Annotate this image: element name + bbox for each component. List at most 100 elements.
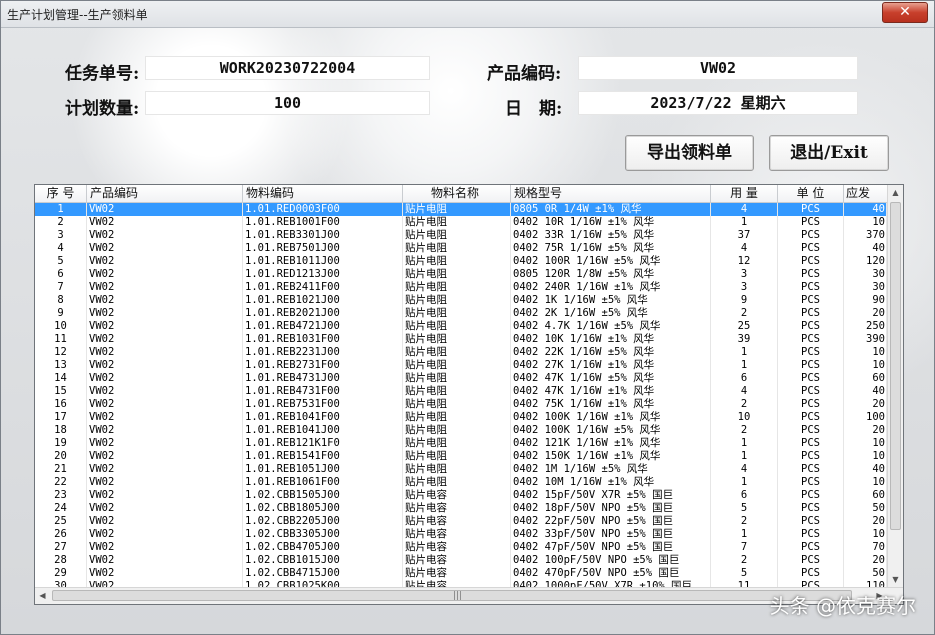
row-seq-cell[interactable]: 7: [35, 281, 87, 294]
row-required-cell[interactable]: 10: [844, 346, 887, 359]
row-seq-cell[interactable]: 21: [35, 463, 87, 476]
row-usage-cell[interactable]: 1: [711, 346, 778, 359]
row-product-code-cell[interactable]: VW02: [87, 580, 243, 587]
row-unit-cell[interactable]: PCS: [778, 242, 844, 255]
row-material-name-cell[interactable]: 贴片电容: [403, 489, 511, 502]
row-unit-cell[interactable]: PCS: [778, 515, 844, 528]
row-material-code-cell[interactable]: 1.01.REB2021J00: [243, 307, 403, 320]
row-required-cell[interactable]: 10: [844, 450, 887, 463]
row-material-name-cell[interactable]: 贴片电容: [403, 580, 511, 587]
row-material-code-cell[interactable]: 1.01.REB1011J00: [243, 255, 403, 268]
row-seq-cell[interactable]: 26: [35, 528, 87, 541]
row-required-cell[interactable]: 30: [844, 281, 887, 294]
row-required-cell[interactable]: 90: [844, 294, 887, 307]
row-seq-cell[interactable]: 12: [35, 346, 87, 359]
row-seq-cell[interactable]: 16: [35, 398, 87, 411]
row-usage-cell[interactable]: 1: [711, 359, 778, 372]
row-required-cell[interactable]: 20: [844, 554, 887, 567]
row-required-cell[interactable]: 10: [844, 216, 887, 229]
row-material-name-cell[interactable]: 贴片电容: [403, 567, 511, 580]
table-row[interactable]: 15 VW02 1.01.REB4731F00 贴片电阻 0402 47K 1/16W …: [35, 385, 887, 398]
row-spec-cell[interactable]: 0805 120R 1/8W ±5% 风华: [511, 268, 711, 281]
row-spec-cell[interactable]: 0402 10M 1/16W ±1% 风华: [511, 476, 711, 489]
row-material-name-cell[interactable]: 贴片电容: [403, 528, 511, 541]
row-product-code-cell[interactable]: VW02: [87, 385, 243, 398]
col-header-product-code[interactable]: 产品编码: [87, 185, 243, 202]
table-row[interactable]: 22 VW02 1.01.REB1061F00 贴片电阻 0402 10M 1/16W …: [35, 476, 887, 489]
row-required-cell[interactable]: 70: [844, 541, 887, 554]
table-row[interactable]: 16 VW02 1.01.REB7531F00 贴片电阻 0402 75K 1/16W …: [35, 398, 887, 411]
table-row[interactable]: 28 VW02 1.02.CBB1015J00 贴片电容 0402 100pF/50V …: [35, 554, 887, 567]
close-button[interactable]: ✕: [882, 2, 928, 23]
row-seq-cell[interactable]: 4: [35, 242, 87, 255]
row-seq-cell[interactable]: 30: [35, 580, 87, 587]
table-row[interactable]: 13 VW02 1.01.REB2731F00 贴片电阻 0402 27K 1/16W …: [35, 359, 887, 372]
row-material-code-cell[interactable]: 1.01.REB1031F00: [243, 333, 403, 346]
row-unit-cell[interactable]: PCS: [778, 424, 844, 437]
row-material-name-cell[interactable]: 贴片电阻: [403, 450, 511, 463]
row-usage-cell[interactable]: 6: [711, 489, 778, 502]
row-seq-cell[interactable]: 20: [35, 450, 87, 463]
row-unit-cell[interactable]: PCS: [778, 541, 844, 554]
row-spec-cell[interactable]: 0402 33R 1/16W ±5% 风华: [511, 229, 711, 242]
row-usage-cell[interactable]: 1: [711, 528, 778, 541]
row-spec-cell[interactable]: 0402 75R 1/16W ±5% 风华: [511, 242, 711, 255]
table-row[interactable]: 8 VW02 1.01.REB1021J00 贴片电阻 0402 1K 1/16W ±5…: [35, 294, 887, 307]
row-material-code-cell[interactable]: 1.01.REB2411F00: [243, 281, 403, 294]
row-spec-cell[interactable]: 0402 47K 1/16W ±1% 风华: [511, 385, 711, 398]
row-required-cell[interactable]: 20: [844, 424, 887, 437]
col-header-seq[interactable]: 序 号: [35, 185, 87, 202]
horizontal-scroll-thumb[interactable]: |||: [52, 590, 852, 601]
row-usage-cell[interactable]: 2: [711, 307, 778, 320]
row-material-name-cell[interactable]: 贴片电阻: [403, 424, 511, 437]
row-material-name-cell[interactable]: 贴片电阻: [403, 359, 511, 372]
row-unit-cell[interactable]: PCS: [778, 489, 844, 502]
row-required-cell[interactable]: 40: [844, 385, 887, 398]
row-unit-cell[interactable]: PCS: [778, 307, 844, 320]
vertical-scroll-thumb[interactable]: [890, 202, 901, 530]
row-seq-cell[interactable]: 22: [35, 476, 87, 489]
row-usage-cell[interactable]: 4: [711, 463, 778, 476]
row-spec-cell[interactable]: 0402 27K 1/16W ±1% 风华: [511, 359, 711, 372]
row-material-name-cell[interactable]: 贴片电容: [403, 554, 511, 567]
row-material-code-cell[interactable]: 1.02.CBB4715J00: [243, 567, 403, 580]
row-seq-cell[interactable]: 23: [35, 489, 87, 502]
row-usage-cell[interactable]: 2: [711, 515, 778, 528]
task-no-field[interactable]: WORK20230722004: [145, 56, 430, 80]
row-material-code-cell[interactable]: 1.01.REB4731F00: [243, 385, 403, 398]
row-spec-cell[interactable]: 0402 15pF/50V X7R ±5% 国巨: [511, 489, 711, 502]
row-material-code-cell[interactable]: 1.01.REB7531F00: [243, 398, 403, 411]
row-spec-cell[interactable]: 0402 240R 1/16W ±1% 风华: [511, 281, 711, 294]
row-spec-cell[interactable]: 0402 121K 1/16W ±1% 风华: [511, 437, 711, 450]
row-unit-cell[interactable]: PCS: [778, 476, 844, 489]
scroll-up-icon[interactable]: ▲: [888, 185, 903, 200]
row-spec-cell[interactable]: 0402 47pF/50V NPO ±5% 国巨: [511, 541, 711, 554]
row-required-cell[interactable]: 40: [844, 463, 887, 476]
row-material-name-cell[interactable]: 贴片电阻: [403, 333, 511, 346]
row-material-name-cell[interactable]: 贴片电阻: [403, 437, 511, 450]
row-required-cell[interactable]: 10: [844, 476, 887, 489]
row-unit-cell[interactable]: PCS: [778, 437, 844, 450]
table-row[interactable]: 17 VW02 1.01.REB1041F00 贴片电阻 0402 100K 1/16W…: [35, 411, 887, 424]
row-unit-cell[interactable]: PCS: [778, 281, 844, 294]
row-usage-cell[interactable]: 7: [711, 541, 778, 554]
row-unit-cell[interactable]: PCS: [778, 463, 844, 476]
row-usage-cell[interactable]: 3: [711, 281, 778, 294]
row-product-code-cell[interactable]: VW02: [87, 255, 243, 268]
row-product-code-cell[interactable]: VW02: [87, 203, 243, 216]
row-usage-cell[interactable]: 4: [711, 242, 778, 255]
table-row[interactable]: 27 VW02 1.02.CBB4705J00 贴片电容 0402 47pF/50V N…: [35, 541, 887, 554]
row-material-name-cell[interactable]: 贴片电容: [403, 515, 511, 528]
table-row[interactable]: 1 VW02 1.01.RED0003F00 贴片电阻 0805 0R 1/4W ±1%…: [35, 203, 887, 216]
table-row[interactable]: 3 VW02 1.01.REB3301J00 贴片电阻 0402 33R 1/16W ±…: [35, 229, 887, 242]
row-product-code-cell[interactable]: VW02: [87, 320, 243, 333]
row-usage-cell[interactable]: 1: [711, 216, 778, 229]
row-spec-cell[interactable]: 0402 100K 1/16W ±5% 风华: [511, 424, 711, 437]
row-spec-cell[interactable]: 0402 150K 1/16W ±1% 风华: [511, 450, 711, 463]
row-material-code-cell[interactable]: 1.01.REB4731J00: [243, 372, 403, 385]
row-product-code-cell[interactable]: VW02: [87, 242, 243, 255]
row-unit-cell[interactable]: PCS: [778, 320, 844, 333]
table-row[interactable]: 9 VW02 1.01.REB2021J00 贴片电阻 0402 2K 1/16W ±5…: [35, 307, 887, 320]
row-material-name-cell[interactable]: 贴片电阻: [403, 398, 511, 411]
row-spec-cell[interactable]: 0402 10K 1/16W ±1% 风华: [511, 333, 711, 346]
